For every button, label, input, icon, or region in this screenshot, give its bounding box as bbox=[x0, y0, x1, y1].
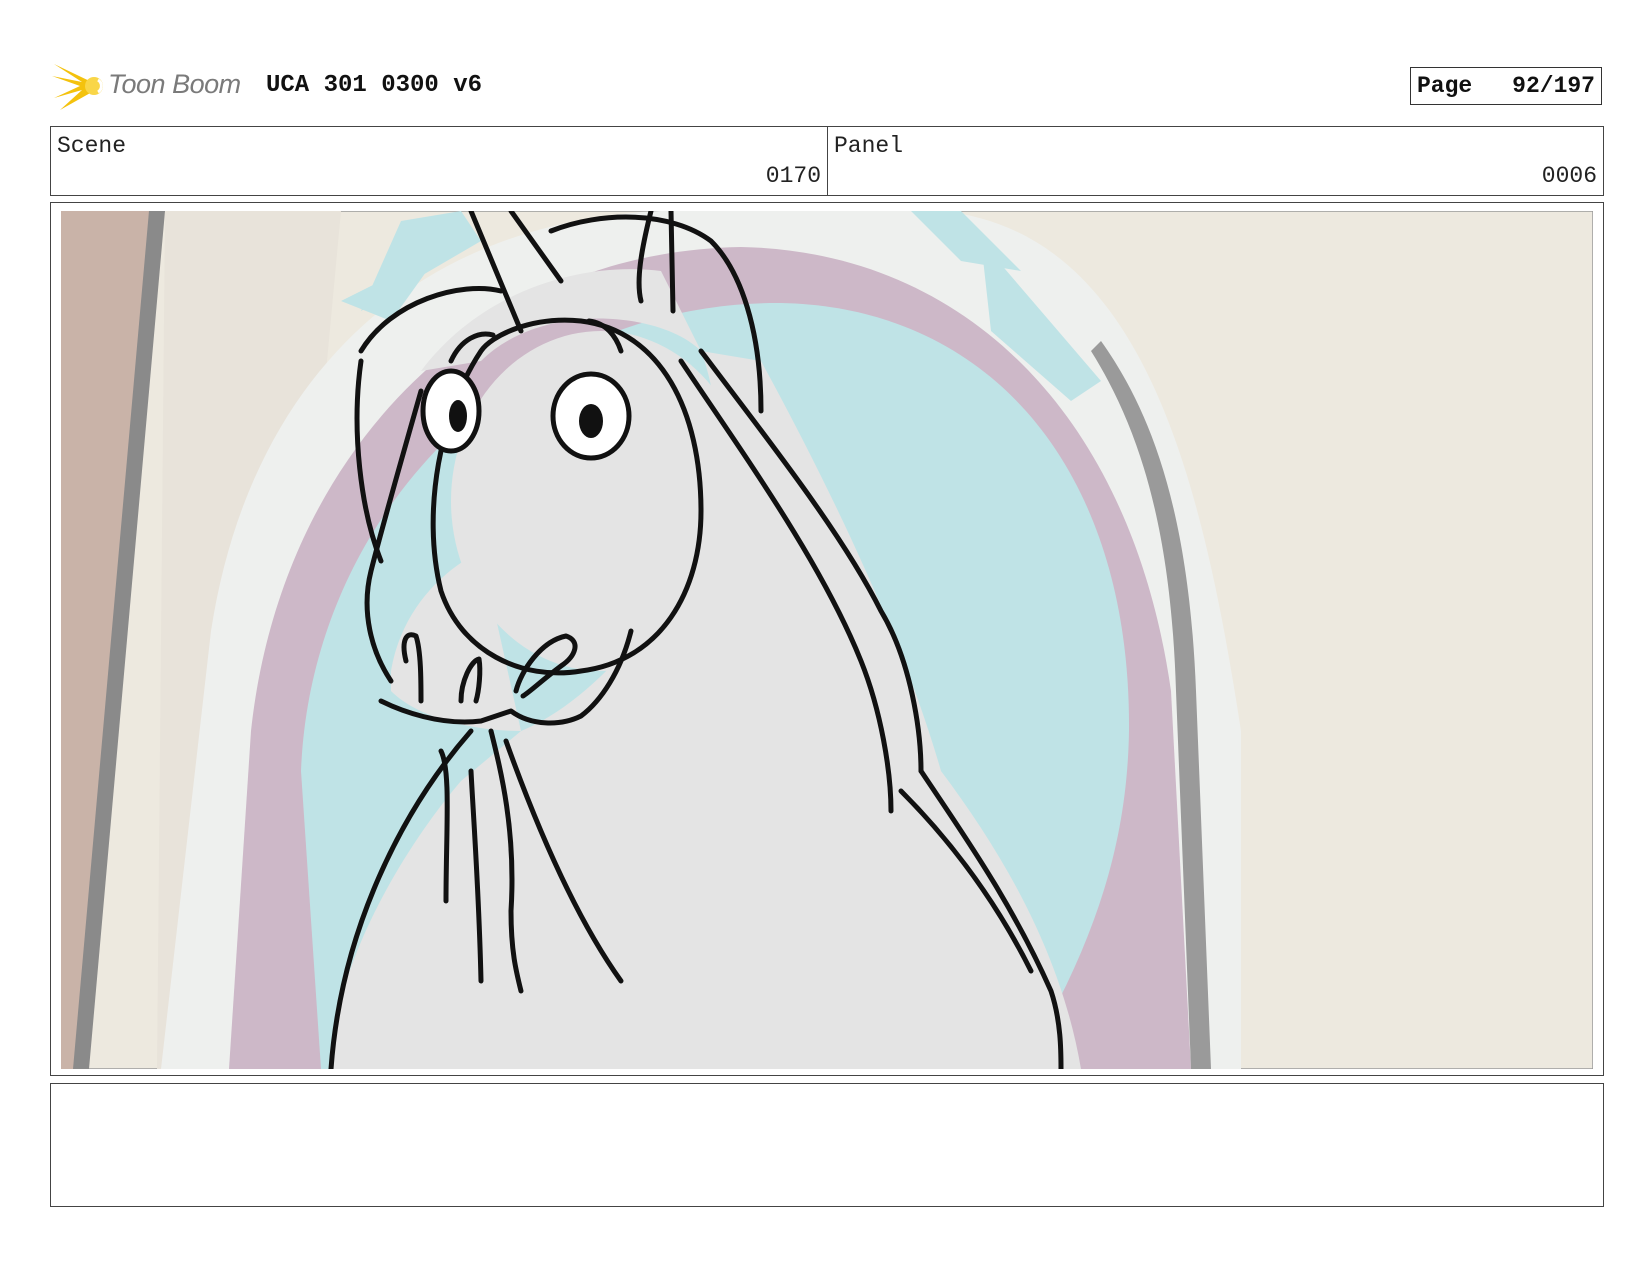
document-title: UCA 301 0300 v6 bbox=[266, 72, 483, 99]
brand-name: Toon Boom bbox=[108, 69, 241, 99]
scene-number: 0170 bbox=[765, 163, 821, 189]
panel-number: 0006 bbox=[1541, 163, 1597, 189]
scene-label: Scene bbox=[57, 133, 127, 159]
storyboard-frame bbox=[50, 202, 1604, 1076]
notes-box bbox=[50, 1083, 1604, 1207]
panel-cell: Panel 0006 bbox=[828, 127, 1603, 195]
sunburst-logo-icon bbox=[52, 64, 103, 110]
page-indicator: Page 92/197 bbox=[1410, 67, 1602, 105]
scene-panel-row: Scene 0170 Panel 0006 bbox=[50, 126, 1604, 196]
scene-cell: Scene 0170 bbox=[51, 127, 828, 195]
panel-label: Panel bbox=[834, 133, 904, 159]
page-number: 92/197 bbox=[1512, 73, 1595, 99]
storyboard-drawing bbox=[61, 211, 1593, 1069]
toon-boom-logo: Toon Boom bbox=[52, 58, 252, 114]
page-label: Page bbox=[1417, 73, 1473, 99]
